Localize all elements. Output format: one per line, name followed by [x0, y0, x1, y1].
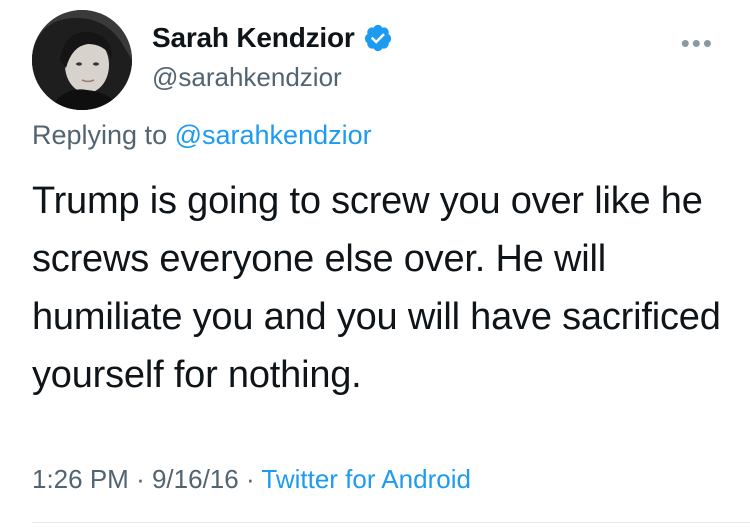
- replying-to: Replying to @sarahkendzior: [32, 120, 372, 151]
- author-name-row[interactable]: Sarah Kendzior: [152, 22, 393, 54]
- divider: [32, 522, 750, 523]
- tweet-source-link[interactable]: Twitter for Android: [261, 464, 471, 494]
- verified-badge-icon: [364, 24, 391, 52]
- meta-separator: ·: [136, 464, 145, 494]
- tweet-meta: 1:26 PM · 9/16/16 · Twitter for Android: [32, 464, 471, 495]
- avatar[interactable]: [32, 10, 132, 110]
- replying-to-label: Replying to: [32, 120, 168, 150]
- tweet-time[interactable]: 1:26 PM: [32, 464, 129, 494]
- author-handle[interactable]: @sarahkendzior: [152, 62, 342, 93]
- meta-separator: ·: [245, 464, 255, 494]
- author-display-name[interactable]: Sarah Kendzior: [152, 22, 355, 54]
- tweet-date[interactable]: 9/16/16: [152, 464, 239, 494]
- tweet-text: Trump is going to screw you over like he…: [32, 180, 721, 396]
- reply-mention-link[interactable]: @sarahkendzior: [175, 120, 372, 150]
- more-options-ellipsis-icon[interactable]: •••: [681, 30, 714, 56]
- user-photo-icon: [32, 10, 132, 110]
